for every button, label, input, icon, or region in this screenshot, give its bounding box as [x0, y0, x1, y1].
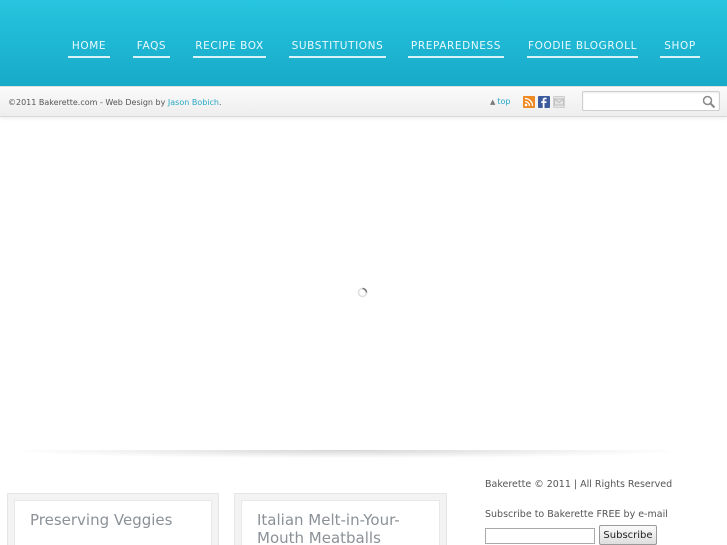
nav-preparedness[interactable]: PREPAREDNESS [408, 38, 504, 58]
nav-recipe-box[interactable]: RECIPE BOX [193, 38, 266, 58]
email-field[interactable] [485, 528, 595, 544]
nav-faqs[interactable]: FAQS [133, 38, 170, 58]
header-band: HOME FAQS RECIPE BOX SUBSTITUTIONS PREPA… [0, 0, 727, 86]
rights-text: Bakerette © 2011 | All Rights Reserved [485, 479, 673, 490]
copyright-text: ©2011 Bakerette.com - Web Design by Jaso… [8, 98, 222, 107]
search-icon[interactable] [702, 94, 716, 113]
nav-shop[interactable]: SHOP [660, 38, 700, 58]
post-title-link[interactable]: Preserving Veggies [30, 511, 211, 529]
search-field [582, 91, 720, 114]
post-card-body: Italian Melt-in-Your-Mouth Meatballs [241, 500, 440, 545]
top-link-label: top [497, 97, 511, 106]
up-arrow-icon: ▲ [490, 98, 496, 106]
post-card: Italian Melt-in-Your-Mouth Meatballs [234, 493, 447, 545]
post-title-link[interactable]: Italian Melt-in-Your-Mouth Meatballs [257, 511, 439, 545]
nav-substitutions[interactable]: SUBSTITUTIONS [289, 38, 386, 58]
rss-icon[interactable] [523, 96, 535, 108]
subscribe-button[interactable]: Subscribe [599, 525, 657, 545]
back-to-top-link[interactable]: ▲ top [490, 97, 511, 106]
nav-home[interactable]: HOME [68, 38, 110, 58]
loading-spinner-icon [357, 283, 368, 298]
subscribe-label: Subscribe to Bakerette FREE by e-mail [485, 509, 668, 520]
copyright-suffix: . [219, 98, 222, 107]
main-nav: HOME FAQS RECIPE BOX SUBSTITUTIONS PREPA… [0, 38, 727, 60]
post-card: Preserving Veggies [7, 493, 219, 545]
section-divider [24, 450, 670, 458]
post-card-body: Preserving Veggies [14, 500, 212, 545]
search-input[interactable] [583, 96, 701, 114]
facebook-icon[interactable] [538, 96, 550, 108]
email-icon[interactable] [553, 96, 565, 108]
designer-link[interactable]: Jason Bobich [168, 98, 219, 107]
nav-foodie-blogroll[interactable]: FOODIE BLOGROLL [527, 38, 638, 58]
copyright-prefix: ©2011 Bakerette.com - Web Design by [8, 98, 168, 107]
